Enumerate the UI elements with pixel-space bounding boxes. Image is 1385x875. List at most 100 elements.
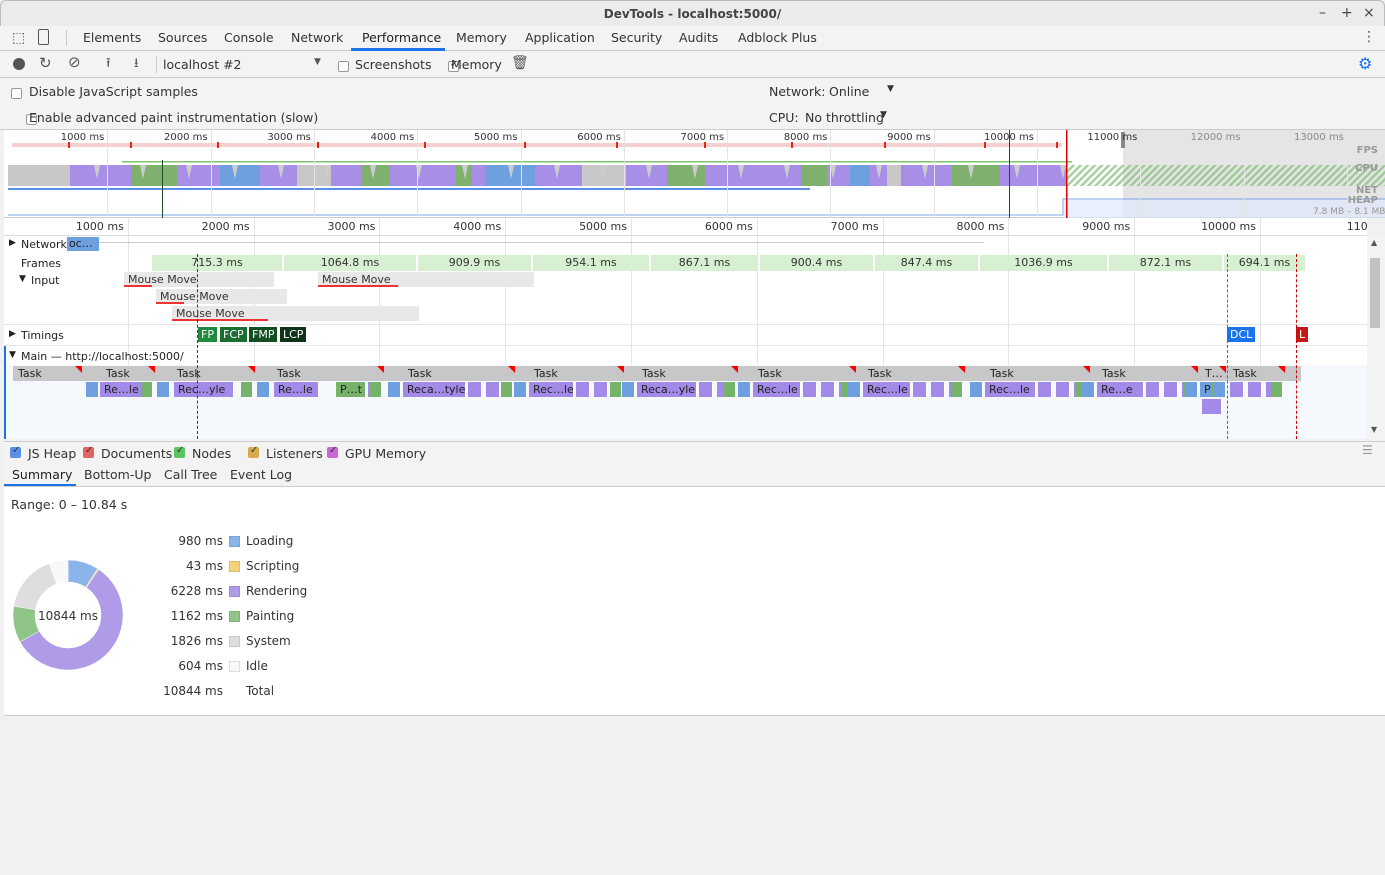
task[interactable]: Task <box>985 366 1090 381</box>
expand-arrow-icon[interactable]: ▶ <box>9 238 16 248</box>
task[interactable]: Task <box>753 366 856 381</box>
loading-event[interactable] <box>738 382 751 397</box>
rendering-event[interactable] <box>1248 382 1262 397</box>
loading-event[interactable] <box>622 382 635 397</box>
tab-memory[interactable]: Memory <box>456 30 507 45</box>
tab-application[interactable]: Application <box>525 30 595 45</box>
rendering-event[interactable] <box>931 382 945 397</box>
input-event-mouse-move[interactable]: Mouse Move <box>156 289 287 304</box>
loading-event[interactable] <box>514 382 527 397</box>
frame[interactable]: 954.1 ms <box>533 255 651 271</box>
flame-chart[interactable]: 1000 ms 2000 ms 3000 ms 4000 ms 5000 ms 6000 … <box>4 218 1367 439</box>
tab-call-tree[interactable]: Call Tree <box>164 467 217 482</box>
network-throttle-select[interactable]: Online <box>829 84 869 99</box>
vertical-scrollbar[interactable]: ▲ ▼ <box>1367 236 1385 439</box>
painting-event[interactable] <box>241 382 253 397</box>
rendering-event[interactable] <box>1164 382 1178 397</box>
frame[interactable]: 867.1 ms <box>651 255 760 271</box>
subtask[interactable]: Rec…yle <box>174 382 234 397</box>
subtask[interactable]: Re…e <box>1097 382 1144 397</box>
timing-fp[interactable]: FP <box>198 327 217 342</box>
subtask[interactable]: Rec…le <box>529 382 574 397</box>
tab-summary[interactable]: Summary <box>12 467 72 482</box>
input-event-mouse-move[interactable]: Mouse Move <box>172 306 419 321</box>
task[interactable]: Task <box>863 366 965 381</box>
frame[interactable]: 694.1 ms <box>1224 255 1307 271</box>
tab-audits[interactable]: Audits <box>679 30 718 45</box>
main-thread-label[interactable]: Main — http://localhost:5000/ <box>21 350 184 363</box>
tab-network[interactable]: Network <box>291 30 343 45</box>
input-event-mouse-move[interactable]: Mouse Move <box>124 272 274 287</box>
task[interactable]: Task <box>1097 366 1198 381</box>
expand-arrow-icon[interactable]: ▶ <box>9 329 16 339</box>
tab-sources[interactable]: Sources <box>158 30 207 45</box>
timing-fcp[interactable]: FCP <box>220 327 247 342</box>
loading-event[interactable] <box>157 382 170 397</box>
profile-select[interactable]: localhost #2 ▼ <box>156 56 326 73</box>
rendering-event[interactable] <box>1038 382 1052 397</box>
task[interactable]: Task <box>529 366 624 381</box>
subtask[interactable]: Rec…le <box>753 382 801 397</box>
rendering-event[interactable] <box>821 382 835 397</box>
timing-l[interactable]: L <box>1296 327 1309 342</box>
more-options-icon[interactable]: ⋮ <box>1362 29 1376 45</box>
input-event-mouse-move[interactable]: Mouse Move <box>318 272 534 287</box>
rendering-event[interactable] <box>1202 399 1222 414</box>
counter-checkbox-gpu-memory[interactable] <box>327 445 338 458</box>
painting-event[interactable] <box>141 382 153 397</box>
scroll-up-icon[interactable]: ▲ <box>1371 238 1377 247</box>
record-button[interactable] <box>13 58 25 70</box>
rendering-event[interactable] <box>1056 382 1070 397</box>
maximize-button[interactable]: + <box>1341 5 1353 21</box>
tab-event-log[interactable]: Event Log <box>230 467 292 482</box>
counter-checkbox-js-heap[interactable] <box>10 445 21 458</box>
loading-event[interactable] <box>970 382 983 397</box>
close-button[interactable]: × <box>1363 5 1375 21</box>
task[interactable]: Task <box>272 366 384 381</box>
subtask[interactable]: Rec…le <box>863 382 911 397</box>
frame[interactable]: 1064.8 ms <box>284 255 418 271</box>
timing-fmp[interactable]: FMP <box>249 327 278 342</box>
tab-elements[interactable]: Elements <box>83 30 141 45</box>
reload-record-icon[interactable]: ↻ <box>39 54 52 72</box>
task[interactable]: Task <box>637 366 738 381</box>
loading-event[interactable] <box>848 382 861 397</box>
painting-event[interactable] <box>501 382 513 397</box>
trash-icon[interactable]: 🗑 <box>511 55 529 71</box>
task[interactable]: Task <box>13 366 82 381</box>
subtask[interactable]: Rec…le <box>985 382 1036 397</box>
timing-lcp[interactable]: LCP <box>280 327 307 342</box>
timings-track-label[interactable]: Timings <box>21 329 64 342</box>
task[interactable]: T… <box>1200 366 1226 381</box>
gear-icon[interactable]: ⚙ <box>1358 54 1372 73</box>
frame[interactable]: 909.9 ms <box>418 255 533 271</box>
frame[interactable]: 847.4 ms <box>875 255 980 271</box>
task[interactable]: Task <box>1228 366 1285 381</box>
rendering-event[interactable] <box>468 382 482 397</box>
inspect-element-icon[interactable]: ⬚ <box>12 30 25 46</box>
scrollbar-thumb[interactable] <box>1370 258 1380 328</box>
minimize-button[interactable]: – <box>1319 5 1326 21</box>
rendering-event[interactable] <box>913 382 927 397</box>
save-profile-icon[interactable]: ⭳ <box>134 54 139 76</box>
task[interactable]: Task <box>172 366 255 381</box>
task[interactable]: Task <box>101 366 155 381</box>
subtask[interactable]: Reca…tyle <box>403 382 466 397</box>
collapse-arrow-icon[interactable]: ▼ <box>9 350 16 360</box>
counter-checkbox-listeners[interactable] <box>248 445 259 458</box>
loading-event[interactable] <box>1082 382 1095 397</box>
subtask[interactable]: Re…le <box>274 382 319 397</box>
frame[interactable]: 872.1 ms <box>1109 255 1224 271</box>
tab-security[interactable]: Security <box>611 30 662 45</box>
counter-checkbox-documents[interactable] <box>83 445 94 458</box>
timing-dcl[interactable]: DCL <box>1227 327 1256 342</box>
painting-event[interactable] <box>1271 382 1283 397</box>
rendering-event[interactable] <box>803 382 817 397</box>
rendering-event[interactable] <box>486 382 500 397</box>
clear-icon[interactable]: ⊘ <box>68 53 81 71</box>
tab-console[interactable]: Console <box>224 30 274 45</box>
painting-event[interactable] <box>370 382 382 397</box>
subtask[interactable]: Reca…yle <box>637 382 697 397</box>
rendering-event[interactable] <box>594 382 608 397</box>
tab-adblock-plus[interactable]: Adblock Plus <box>738 30 817 45</box>
